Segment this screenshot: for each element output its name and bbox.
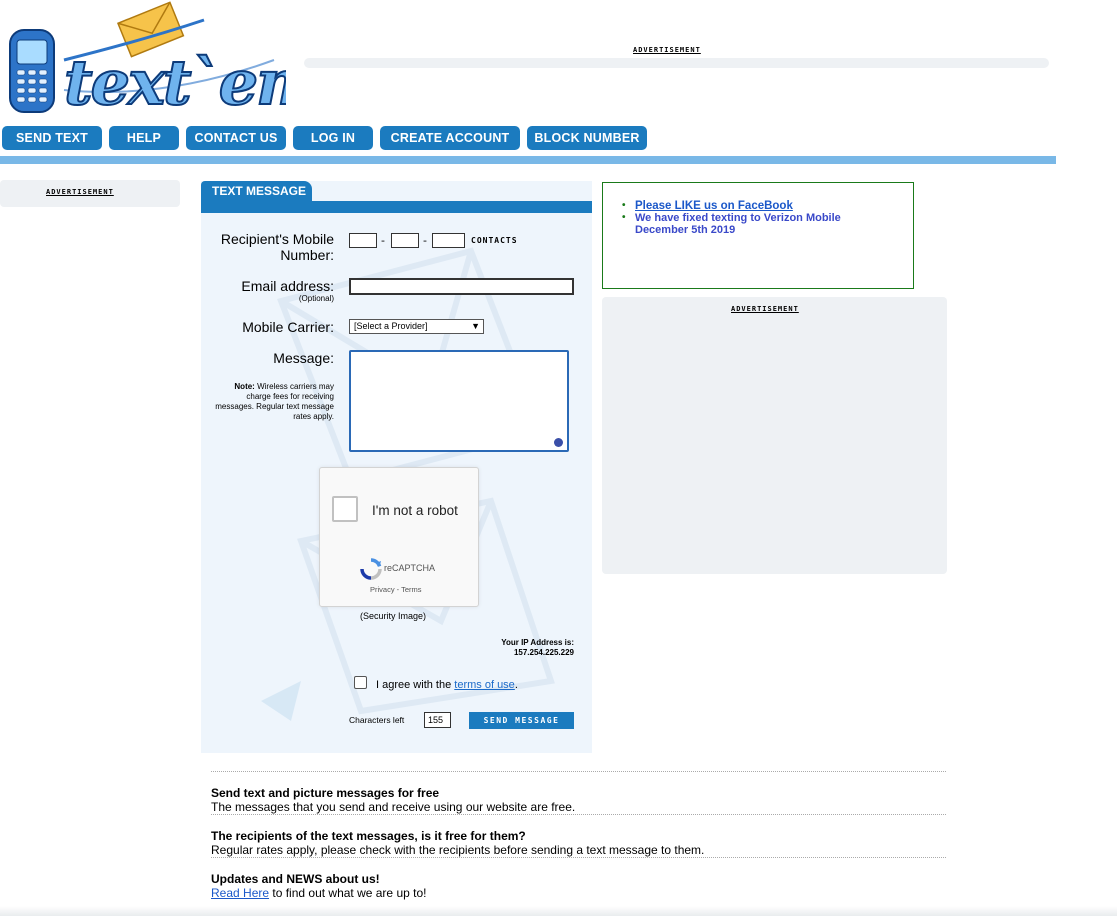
- characters-left-counter: 155: [424, 712, 451, 728]
- bullet-icon: •: [622, 200, 626, 211]
- faq-question-free: Send text and picture messages for free: [211, 786, 440, 800]
- terms-of-use-link[interactable]: terms of use: [454, 679, 515, 691]
- news-box: • Please LIKE us on FaceBook • We have f…: [602, 182, 914, 289]
- recaptcha-logo-icon: [360, 558, 382, 580]
- faq-question-news: Updates and NEWS about us!: [211, 872, 380, 886]
- recaptcha-widget: I'm not a robot reCAPTCHA Privacy - Term…: [319, 467, 479, 607]
- faq-question-recipients: The recipients of the text messages, is …: [211, 829, 526, 843]
- recaptcha-label: I'm not a robot: [372, 503, 458, 518]
- ip-address-label: Your IP Address is:: [501, 638, 574, 647]
- news-list: • Please LIKE us on FaceBook • We have f…: [622, 200, 895, 236]
- ip-address-value: 157.254.225.229: [513, 648, 574, 657]
- nav-help-button[interactable]: HELP: [109, 126, 179, 150]
- phone-area-code-input[interactable]: [349, 233, 377, 248]
- nav-divider: [0, 156, 1056, 164]
- email-optional-label: (Optional): [298, 294, 334, 303]
- carrier-select[interactable]: [Select a Provider] ▼: [349, 319, 484, 334]
- terms-prefix: I agree with the: [376, 679, 452, 691]
- recaptcha-brand: reCAPTCHA: [384, 563, 436, 573]
- note-title: Note:: [234, 382, 255, 391]
- mobile-number-label: Recipient's Mobile Number:: [220, 231, 334, 263]
- note-text: Wireless carriers may charge fees for re…: [215, 382, 334, 421]
- carrier-label: Mobile Carrier:: [242, 319, 334, 335]
- nav-create-account-button[interactable]: CREATE ACCOUNT: [380, 126, 520, 150]
- recaptcha-checkbox[interactable]: [332, 496, 358, 522]
- phone-prefix-input[interactable]: [391, 233, 419, 248]
- read-here-link[interactable]: Read Here: [211, 886, 269, 900]
- ad-slot-top[interactable]: [304, 58, 1049, 68]
- panel-title-tab: TEXT MESSAGE: [201, 181, 312, 203]
- chevron-down-icon: ▼: [471, 321, 480, 331]
- faq-answer-news-text: to find out what we are up to!: [269, 886, 427, 900]
- text-em-logo[interactable]: text`em: [4, 0, 286, 118]
- email-field[interactable]: [349, 278, 574, 295]
- carrier-fee-note: Note: Wireless carriers may charge fees …: [214, 382, 334, 422]
- news-item-verizon: • We have fixed texting to Verizon Mobil…: [622, 212, 895, 236]
- phone-separator-2: -: [423, 234, 427, 247]
- faq-divider: [211, 814, 946, 815]
- send-message-button[interactable]: SEND MESSAGE: [469, 712, 574, 729]
- nav-log-in-button[interactable]: LOG IN: [293, 126, 373, 150]
- carrier-selected-value: [Select a Provider]: [354, 321, 428, 331]
- ad-label-right: ADVERTISEMENT: [731, 305, 799, 313]
- bullet-icon: •: [622, 212, 626, 223]
- news-item-facebook: • Please LIKE us on FaceBook: [622, 200, 895, 212]
- terms-checkbox[interactable]: [354, 676, 367, 689]
- phone-line-input[interactable]: [432, 233, 465, 248]
- resize-handle-icon[interactable]: [554, 438, 563, 447]
- news-verizon-text: We have fixed texting to Verizon Mobile …: [635, 212, 841, 236]
- contacts-link[interactable]: CONTACTS: [471, 236, 518, 245]
- faq-divider: [211, 771, 946, 772]
- ad-slot-left[interactable]: ADVERTISEMENT: [0, 180, 180, 207]
- security-image-label: (Security Image): [360, 611, 427, 621]
- terms-suffix: .: [514, 679, 518, 691]
- page-bottom-fade: [0, 906, 1117, 916]
- ad-slot-right[interactable]: ADVERTISEMENT: [602, 297, 947, 574]
- faq-answer-news: Read Here to find out what we are up to!: [211, 886, 426, 900]
- logo-wordmark: text`em: [64, 46, 286, 118]
- ip-address-info: Your IP Address is: 157.254.225.229: [470, 638, 574, 658]
- ad-label-left: ADVERTISEMENT: [46, 188, 114, 196]
- recaptcha-links[interactable]: Privacy - Terms: [370, 585, 422, 594]
- faq-answer-free: The messages that you send and receive u…: [211, 800, 576, 814]
- terms-agreement-text: I agree with the terms of use.: [376, 679, 518, 691]
- nav-block-number-button[interactable]: BLOCK NUMBER: [527, 126, 647, 150]
- email-label: Email address:: [241, 278, 334, 294]
- nav-send-text-button[interactable]: SEND TEXT: [2, 126, 102, 150]
- nav-contact-us-button[interactable]: CONTACT US: [186, 126, 286, 150]
- message-label: Message:: [273, 350, 334, 366]
- ad-label-top: ADVERTISEMENT: [633, 46, 701, 54]
- faq-answer-recipients: Regular rates apply, please check with t…: [211, 843, 705, 857]
- facebook-like-link[interactable]: Please LIKE us on FaceBook: [635, 200, 793, 212]
- faq-divider: [211, 857, 946, 858]
- message-textarea[interactable]: [349, 350, 569, 452]
- characters-left-label: Characters left: [349, 715, 405, 725]
- phone-icon: [9, 29, 55, 113]
- phone-separator-1: -: [381, 234, 385, 247]
